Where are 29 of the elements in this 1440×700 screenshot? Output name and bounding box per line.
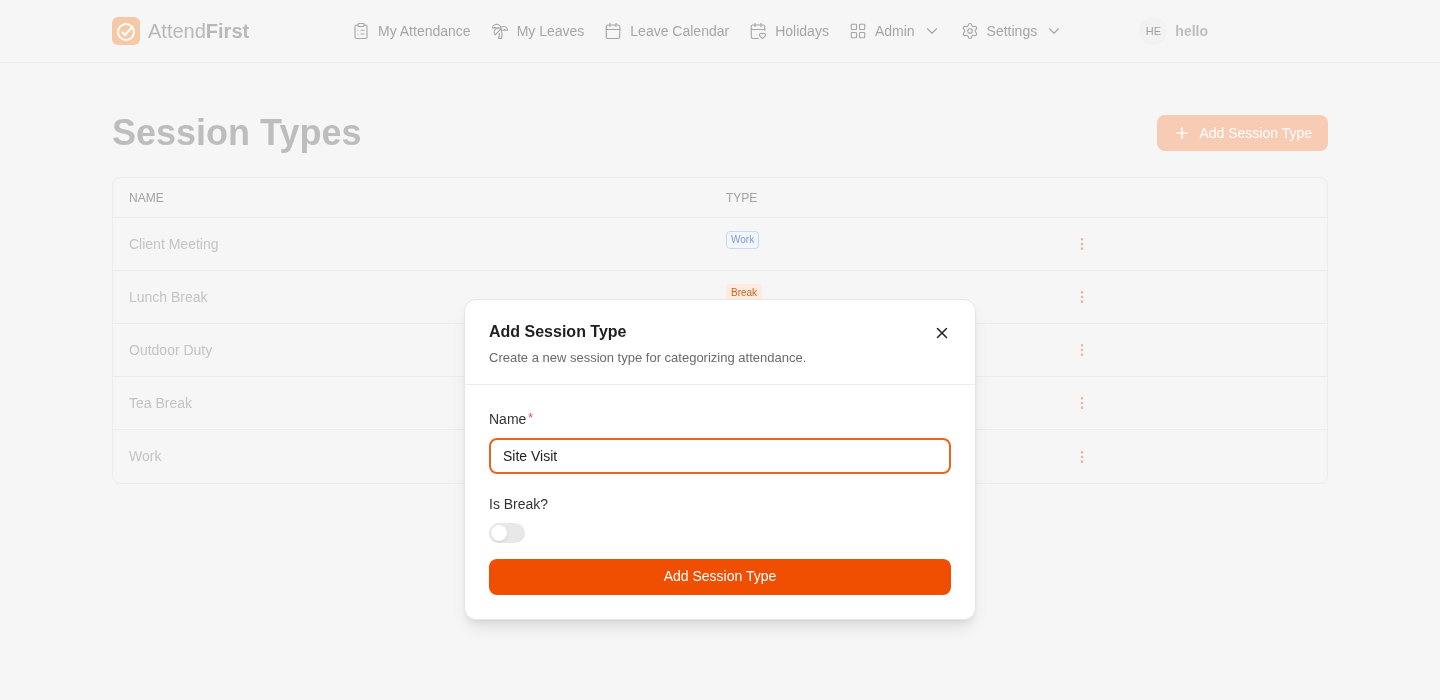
name-input-field[interactable]: Site Visit bbox=[489, 437, 951, 474]
submit-button[interactable]: Add Session Type bbox=[489, 558, 951, 595]
dialog-description: Create a new session type for categorizing attendance. bbox=[489, 349, 808, 367]
type-badge: Work bbox=[726, 231, 760, 249]
settings-icon bbox=[960, 22, 979, 40]
column-header: TYPE bbox=[726, 189, 758, 207]
add-session-type-button[interactable]: Add Session Type bbox=[1157, 115, 1328, 151]
page-title: Session Types bbox=[112, 113, 362, 153]
required-mark: * bbox=[528, 409, 534, 427]
user-avatar[interactable]: HE bbox=[1139, 17, 1168, 45]
name-label: Name bbox=[489, 409, 527, 429]
brand-name: AttendFirst bbox=[148, 19, 250, 44]
calendar-icon bbox=[604, 22, 623, 40]
clipboard-icon bbox=[352, 22, 370, 40]
column-header: NAME bbox=[128, 189, 165, 207]
nav-link[interactable]: Settings bbox=[960, 20, 1064, 42]
nav-link[interactable]: My Attendance bbox=[352, 20, 471, 42]
user-name[interactable]: hello bbox=[1175, 20, 1208, 42]
nav-link[interactable]: Holidays bbox=[749, 20, 829, 42]
grid-icon bbox=[848, 22, 867, 40]
nav-link[interactable]: My Leaves bbox=[490, 20, 585, 42]
nav-link[interactable]: Leave Calendar bbox=[604, 20, 730, 42]
logo-icon bbox=[112, 17, 140, 45]
is-break-toggle[interactable] bbox=[489, 522, 525, 543]
dialog-title: Add Session Type bbox=[489, 322, 627, 342]
palm-tree-icon bbox=[490, 22, 509, 40]
is-break-label: Is Break? bbox=[489, 494, 550, 514]
nav-link[interactable]: Admin bbox=[848, 20, 941, 42]
calendar-heart-icon bbox=[749, 22, 768, 40]
